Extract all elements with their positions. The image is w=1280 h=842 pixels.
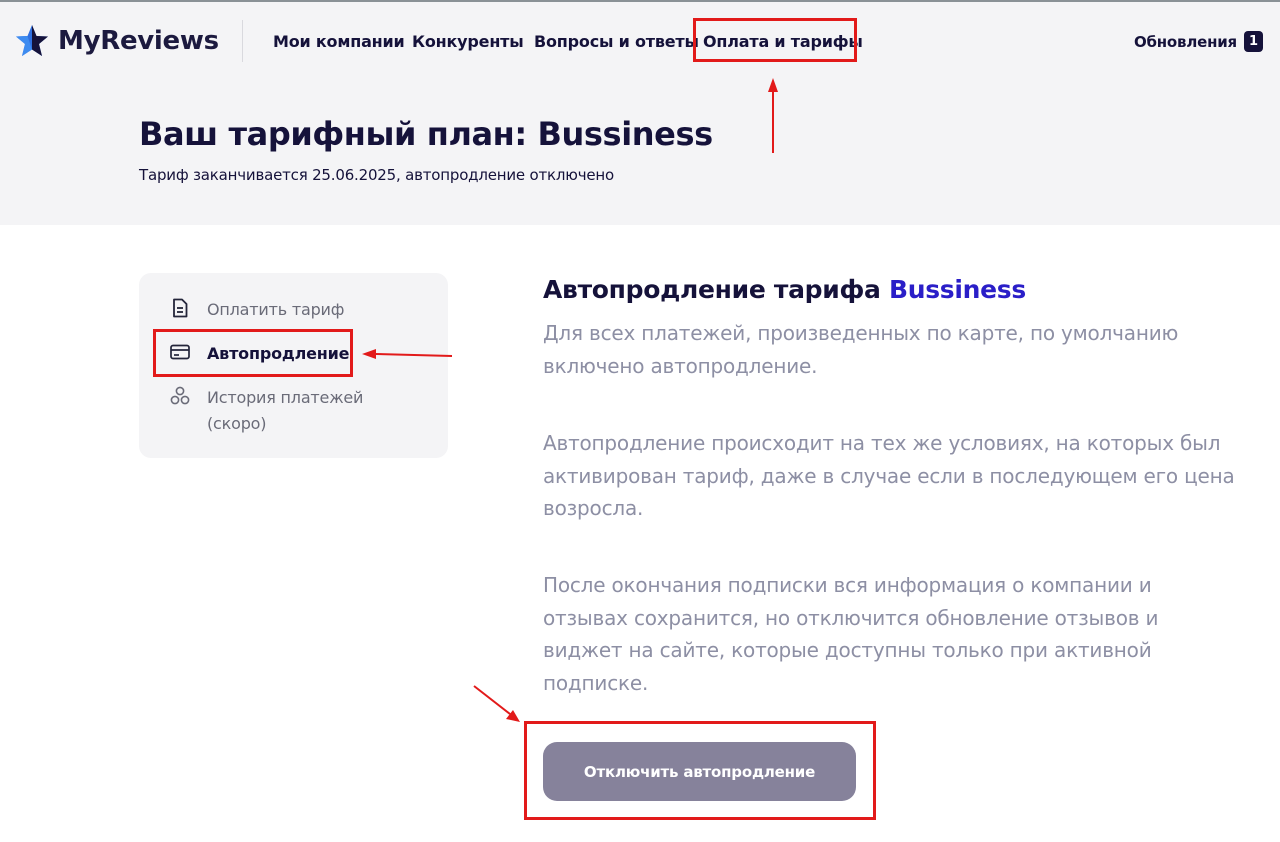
nav-my-companies[interactable]: Мои компании [273, 32, 405, 51]
updates-link[interactable]: Обновления 1 [1134, 31, 1263, 52]
plan-title: Ваш тарифный план: Bussiness [139, 115, 713, 153]
nav-questions-answers[interactable]: Вопросы и ответы [534, 32, 699, 51]
sidebar-item-label: История платежей (скоро) [207, 388, 364, 433]
sidebar-item-payment-history[interactable]: История платежей (скоро) [169, 385, 389, 437]
plan-subtitle: Тариф заканчивается 25.06.2025, автопрод… [139, 166, 614, 184]
sidebar-item-pay-tariff[interactable]: Оплатить тариф [169, 297, 344, 323]
arrow-diagonal-icon [473, 685, 520, 722]
sidebar-menu: Оплатить тариф Автопродление История пла… [139, 273, 448, 458]
autorenewal-title: Автопродление тарифа Bussiness [543, 275, 1026, 304]
nav-payment-tariffs[interactable]: Оплата и тарифы [703, 32, 863, 51]
logo[interactable]: MyReviews [14, 22, 219, 60]
page-header: MyReviews Мои компании Конкуренты Вопрос… [0, 0, 1280, 225]
nav-competitors[interactable]: Конкуренты [412, 32, 524, 51]
card-icon [169, 341, 191, 363]
nav-divider [242, 20, 243, 62]
star-logo-icon [16, 25, 48, 56]
paragraph-after-subscription: После окончания подписки вся информация … [543, 573, 1159, 695]
updates-badge: 1 [1244, 31, 1263, 52]
title-plan-name: Bussiness [888, 275, 1026, 304]
updates-label: Обновления [1133, 32, 1237, 51]
sidebar-item-label: Оплатить тариф [207, 300, 345, 319]
document-icon [169, 297, 191, 319]
paragraph-same-conditions: Автопродление происходит на тех же услов… [543, 431, 1235, 520]
paragraph-default-card: Для всех платежей, произведенных по карт… [543, 321, 1179, 378]
sidebar-item-autorenewal[interactable]: Автопродление [169, 341, 349, 367]
title-prefix: Автопродление тарифа [543, 275, 881, 304]
disable-autorenewal-button[interactable]: Отключить автопродление [543, 742, 856, 801]
circles-icon [169, 385, 191, 407]
sidebar-item-label: Автопродление [207, 344, 350, 363]
brand-name: MyReviews [58, 26, 219, 56]
